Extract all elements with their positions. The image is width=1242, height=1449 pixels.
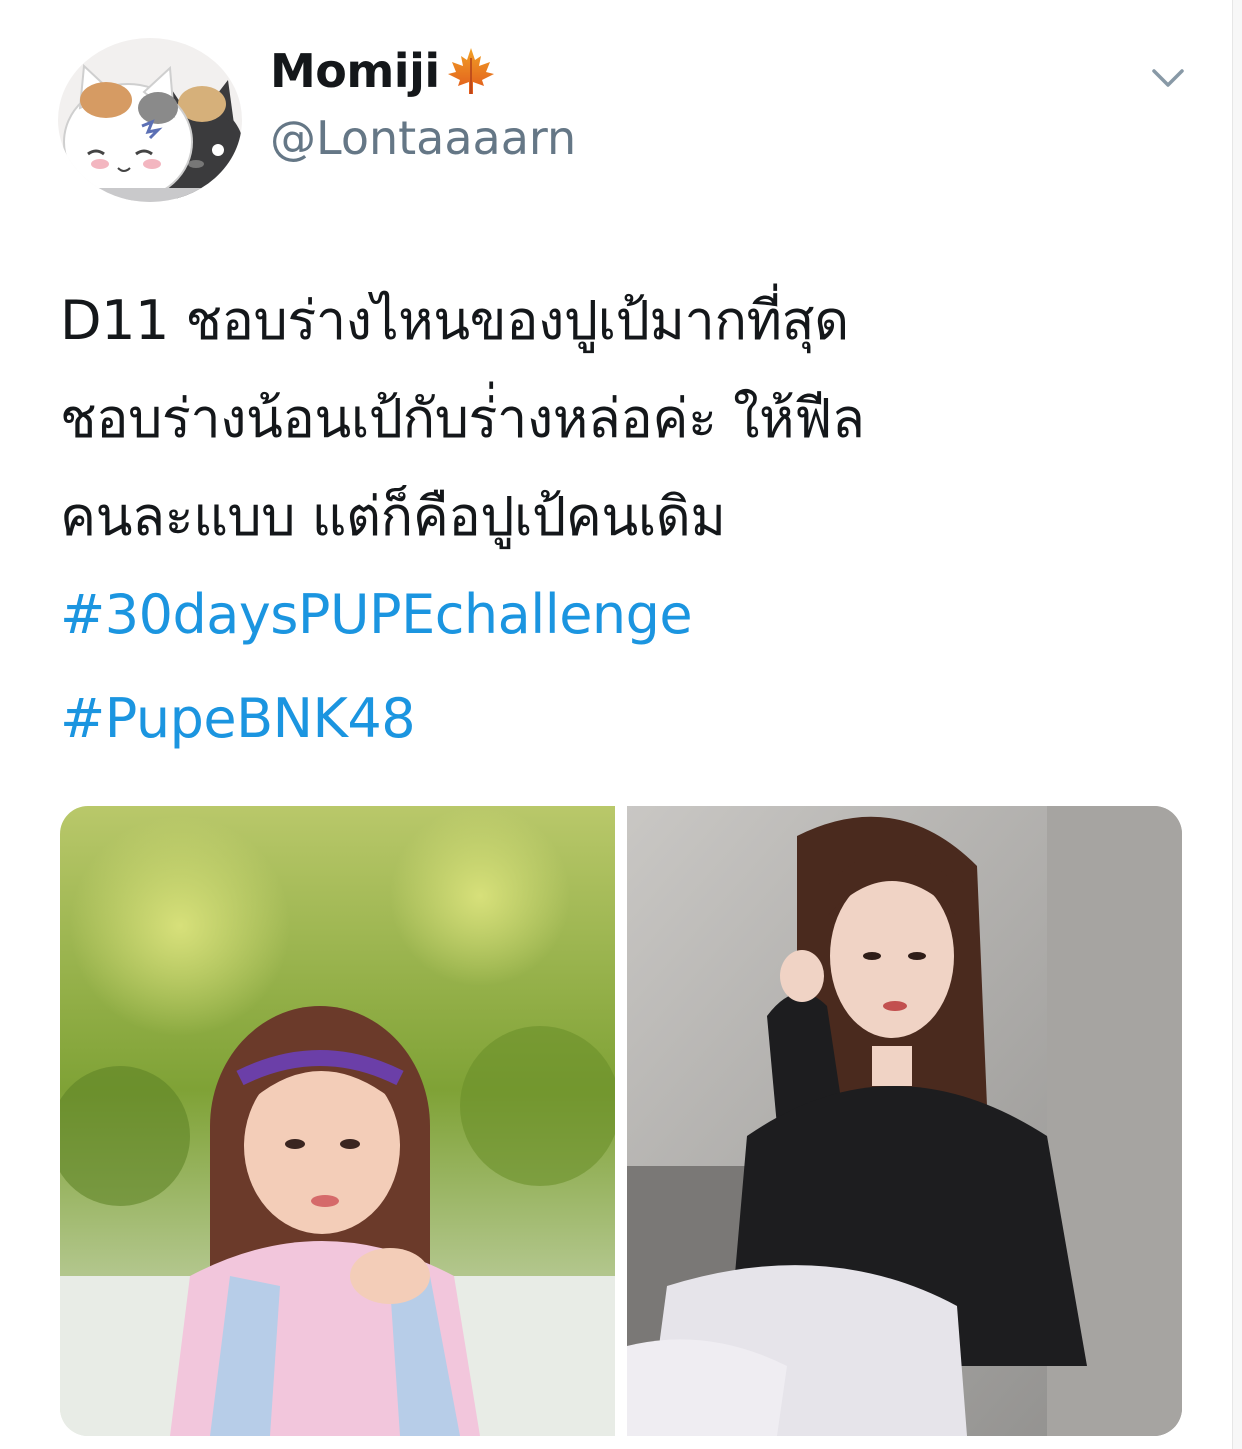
hashtag-line: #PupeBNK48 (60, 670, 1210, 774)
tweet-text-line: ชอบร่างน้อนเป้กับร่่างหล่อค่ะ ให้ฟีล (60, 387, 865, 450)
tweet-text: D11 ชอบร่างไหนของปูเป้มากที่สุด ชอบร่างน… (60, 272, 1210, 774)
photo-pink-outfit-image (60, 806, 615, 1436)
hashtag-link[interactable]: #30daysPUPEchallenge (60, 583, 693, 646)
hashtag-line: #30daysPUPEchallenge (60, 566, 1210, 670)
display-name-row[interactable]: Momiji (270, 42, 498, 100)
tweet-card: Momiji @Lontaaaarn D11 ชอบร่างไหนของปูเป… (0, 0, 1242, 1449)
hashtag-link[interactable]: #PupeBNK48 (60, 687, 416, 750)
tweet-text-line: D11 ชอบร่างไหนของปูเป้มากที่สุด (60, 289, 849, 352)
media-grid (60, 806, 1182, 1436)
photo-black-shirt-image (627, 806, 1182, 1436)
maple-leaf-icon (447, 48, 494, 94)
avatar[interactable] (58, 38, 242, 202)
cat-avatar-icon (58, 38, 242, 202)
photo-pink-outfit[interactable] (60, 806, 615, 1436)
user-handle[interactable]: @Lontaaaarn (270, 108, 576, 168)
scrollbar[interactable] (1232, 0, 1242, 1449)
photo-black-shirt[interactable] (627, 806, 1182, 1436)
display-name[interactable]: Momiji (270, 42, 440, 100)
tweet-text-line: คนละแบบ แต่ก็คือปูเป้คนเดิม (60, 485, 726, 548)
chevron-down-icon[interactable] (1148, 58, 1188, 98)
